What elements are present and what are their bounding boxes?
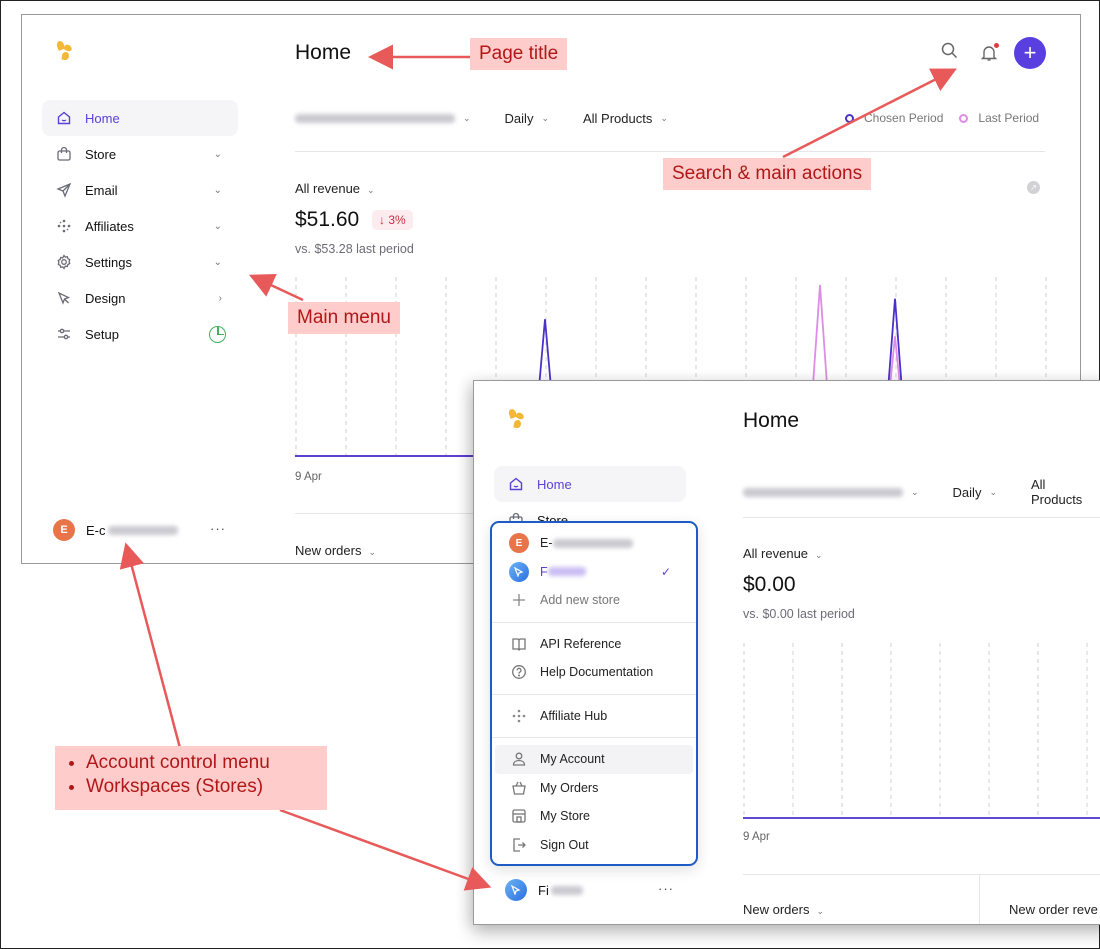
- annotation-main-menu: Main menu: [288, 302, 400, 334]
- annotation-search-actions: Search & main actions: [663, 158, 872, 190]
- annotation-bullet: Account control menu: [86, 751, 318, 775]
- annotation-page-title: Page title: [470, 38, 568, 70]
- arrow-account-menu: [119, 542, 182, 749]
- arrow-workspaces: [279, 808, 492, 891]
- annotation-bullet: Workspaces (Stores): [86, 775, 318, 799]
- arrow-search-actions: [782, 68, 957, 159]
- arrow-main-menu: [248, 274, 304, 302]
- annotation-account-menu: Account control menu Workspaces (Stores): [55, 746, 327, 810]
